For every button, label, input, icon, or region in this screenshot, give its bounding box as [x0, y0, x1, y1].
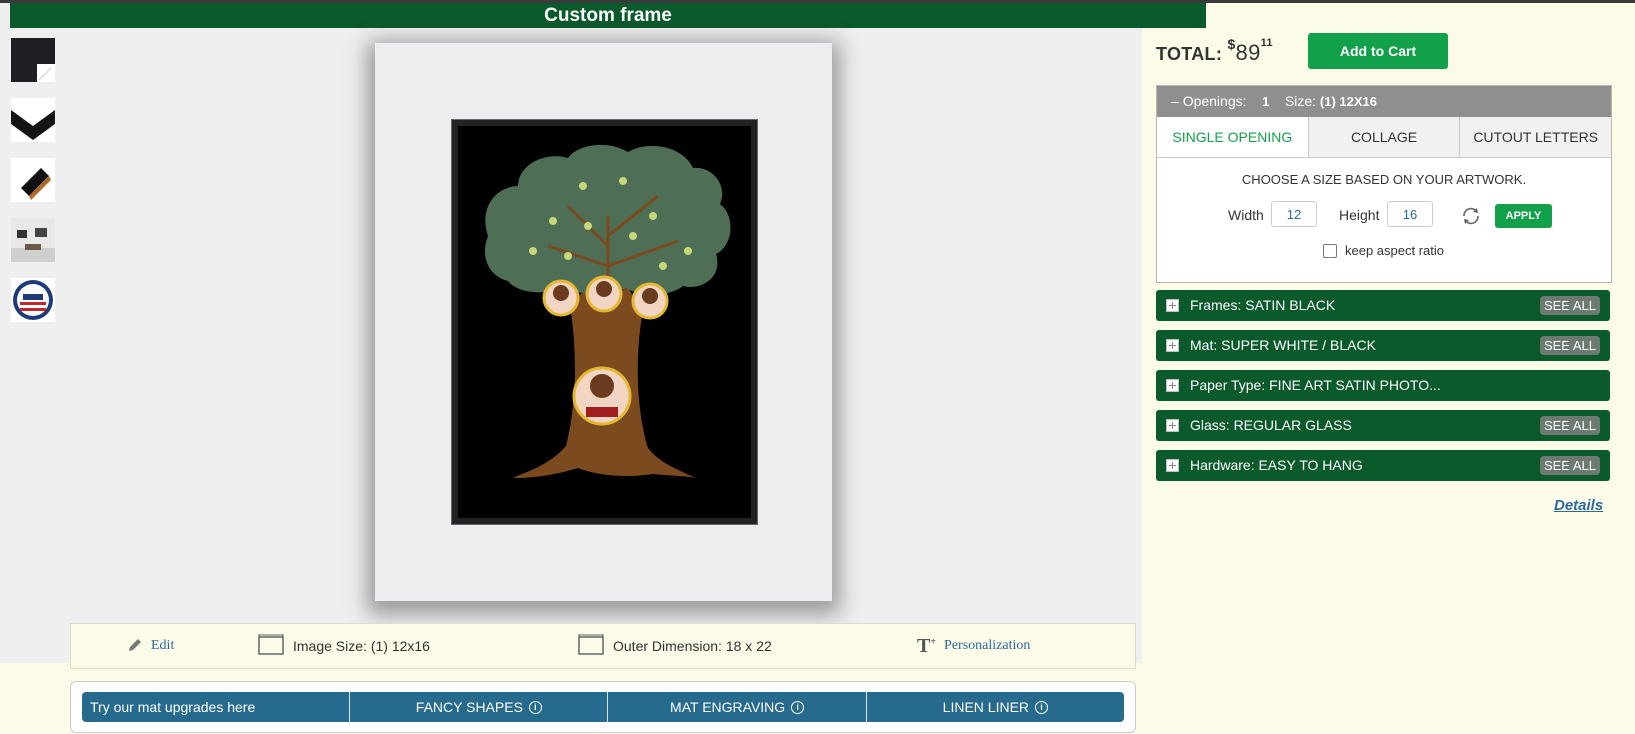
artwork-frame	[451, 119, 758, 525]
collapse-icon: –	[1171, 93, 1179, 109]
personalization-action[interactable]: T+ Personalization	[917, 635, 1030, 657]
openings-count: 1	[1262, 94, 1270, 109]
linen-liner-button[interactable]: LINEN LINER i	[866, 692, 1124, 722]
info-bar: Edit Image Size: (1) 12x16 Outer Dimensi…	[70, 623, 1136, 669]
edit-action[interactable]: Edit	[127, 635, 174, 657]
option-glass[interactable]: Glass: REGULAR GLASS SEE ALL	[1156, 410, 1610, 441]
size-instruction: CHOOSE A SIZE BASED ON YOUR ARTWORK.	[1241, 172, 1527, 187]
add-to-cart-button[interactable]: Add to Cart	[1308, 33, 1448, 69]
keep-aspect-label: keep aspect ratio	[1345, 243, 1445, 258]
see-all-button[interactable]: SEE ALL	[1539, 336, 1600, 355]
text-add-icon: T+	[917, 634, 937, 657]
see-all-button[interactable]: SEE ALL	[1539, 416, 1600, 435]
height-input[interactable]	[1387, 201, 1433, 227]
info-icon[interactable]: i	[791, 700, 805, 714]
expand-plus-icon	[1166, 459, 1179, 472]
tab-cutout-letters[interactable]: CUTOUT LETTERS	[1460, 117, 1612, 157]
width-label: Width	[1228, 207, 1264, 223]
mat-engraving-button[interactable]: MAT ENGRAVING i	[608, 692, 867, 722]
thumbnail-room-view[interactable]	[11, 218, 55, 262]
keep-aspect-option[interactable]: keep aspect ratio	[1323, 243, 1444, 258]
thumbnail-frame-profile[interactable]	[11, 98, 55, 142]
fancy-shapes-button[interactable]: FANCY SHAPES i	[350, 692, 609, 722]
size-value: (1) 12X16	[1319, 94, 1377, 109]
price-whole: 89	[1235, 40, 1261, 65]
opening-tabs: SINGLE OPENING COLLAGE CUTOUT LETTERS	[1157, 117, 1612, 158]
option-frames[interactable]: Frames: SATIN BLACK SEE ALL	[1156, 290, 1610, 321]
option-label: Mat: SUPER WHITE / BLACK	[1190, 337, 1376, 353]
image-size-text: Image Size: (1) 12x16	[293, 638, 430, 654]
expand-plus-icon	[1166, 419, 1179, 432]
currency-symbol: $	[1227, 36, 1236, 52]
height-label: Height	[1339, 207, 1380, 223]
details-link[interactable]: Details	[1554, 497, 1603, 514]
dimension-icon	[257, 633, 285, 659]
apply-button[interactable]: APPLY	[1495, 204, 1552, 228]
expand-plus-icon	[1166, 339, 1179, 352]
outer-dimension-info: Outer Dimension: 18 x 22	[577, 633, 772, 659]
personalization-link[interactable]: Personalization	[944, 638, 1030, 654]
info-icon[interactable]: i	[528, 700, 542, 714]
option-label: Glass: REGULAR GLASS	[1190, 417, 1352, 433]
refresh-icon[interactable]	[1459, 204, 1483, 233]
size-row: Width Height APPLY	[1157, 201, 1611, 231]
linen-liner-label: LINEN LINER	[942, 699, 1030, 715]
openings-panel: – Openings: 1 Size: (1) 12X16 SINGLE OPE…	[1156, 85, 1612, 283]
thumbnail-list	[11, 38, 55, 338]
size-label: Size:	[1284, 93, 1316, 109]
image-size-info: Image Size: (1) 12x16	[257, 633, 430, 659]
made-in-usa-badge[interactable]	[11, 278, 55, 322]
openings-header[interactable]: – Openings: 1 Size: (1) 12X16	[1157, 86, 1611, 117]
page-title: Custom frame	[10, 3, 1206, 28]
tab-single-opening[interactable]: SINGLE OPENING	[1157, 117, 1309, 157]
outer-dimension-text: Outer Dimension: 18 x 22	[613, 638, 772, 654]
option-label: Paper Type: FINE ART SATIN PHOTO...	[1190, 377, 1441, 393]
order-total: TOTAL: $8911	[1156, 36, 1273, 66]
option-hardware[interactable]: Hardware: EASY TO HANG SEE ALL	[1156, 450, 1610, 481]
mat-upgrades-intro: Try our mat upgrades here	[82, 692, 351, 722]
option-paper-type[interactable]: Paper Type: FINE ART SATIN PHOTO...	[1156, 370, 1610, 401]
total-label: TOTAL:	[1156, 44, 1223, 64]
option-mat[interactable]: Mat: SUPER WHITE / BLACK SEE ALL	[1156, 330, 1610, 361]
mat-upgrades-panel: Try our mat upgrades here FANCY SHAPES i…	[70, 681, 1136, 733]
pencil-icon	[127, 637, 143, 656]
mat-upgrades-intro-label: Try our mat upgrades here	[90, 699, 256, 715]
expand-plus-icon	[1166, 299, 1179, 312]
width-input[interactable]	[1271, 201, 1317, 227]
option-label: Frames: SATIN BLACK	[1190, 297, 1336, 313]
thumbnail-frame-side[interactable]	[11, 158, 55, 202]
openings-label: Openings:	[1182, 93, 1247, 109]
see-all-button[interactable]: SEE ALL	[1539, 296, 1600, 315]
tab-collage[interactable]: COLLAGE	[1308, 117, 1461, 157]
see-all-button[interactable]: SEE ALL	[1539, 456, 1600, 475]
info-icon[interactable]: i	[1035, 700, 1049, 714]
mat-engraving-label: MAT ENGRAVING	[670, 699, 786, 715]
thumbnail-frame-corner[interactable]	[11, 38, 55, 82]
edit-link[interactable]: Edit	[151, 638, 174, 654]
fancy-shapes-label: FANCY SHAPES	[415, 699, 523, 715]
price-cents: 11	[1260, 37, 1273, 49]
artwork-image	[458, 126, 751, 518]
keep-aspect-checkbox[interactable]	[1323, 243, 1337, 258]
expand-plus-icon	[1166, 379, 1179, 392]
option-label: Hardware: EASY TO HANG	[1190, 457, 1363, 473]
dimension-icon	[577, 633, 605, 659]
